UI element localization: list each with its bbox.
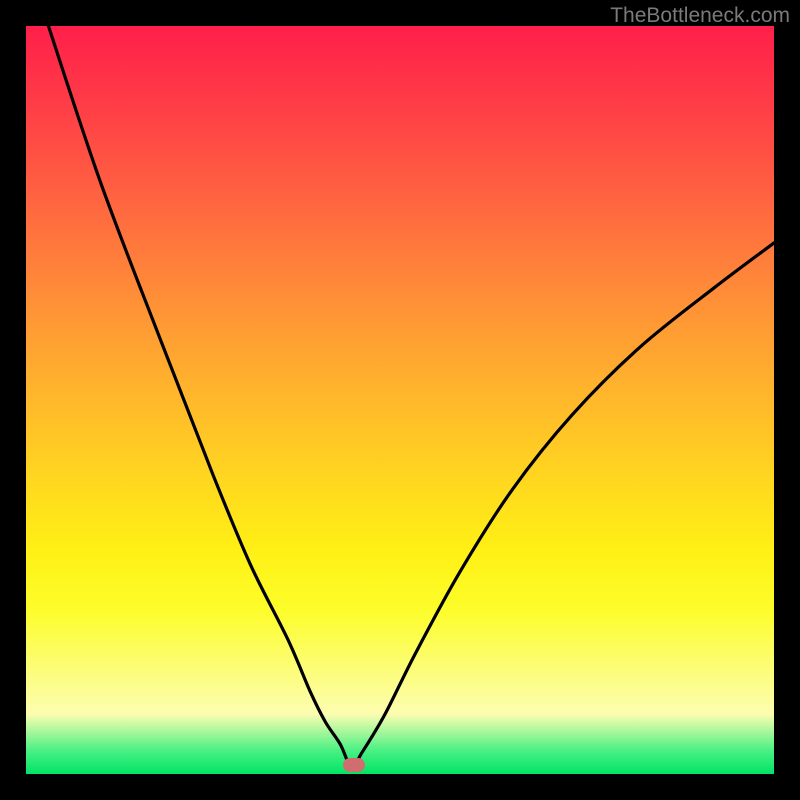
optimal-point-marker — [343, 758, 365, 772]
plot-area — [26, 26, 774, 774]
chart-frame: TheBottleneck.com — [0, 0, 800, 800]
watermark-text: TheBottleneck.com — [610, 4, 790, 28]
bottleneck-curve — [26, 26, 774, 774]
